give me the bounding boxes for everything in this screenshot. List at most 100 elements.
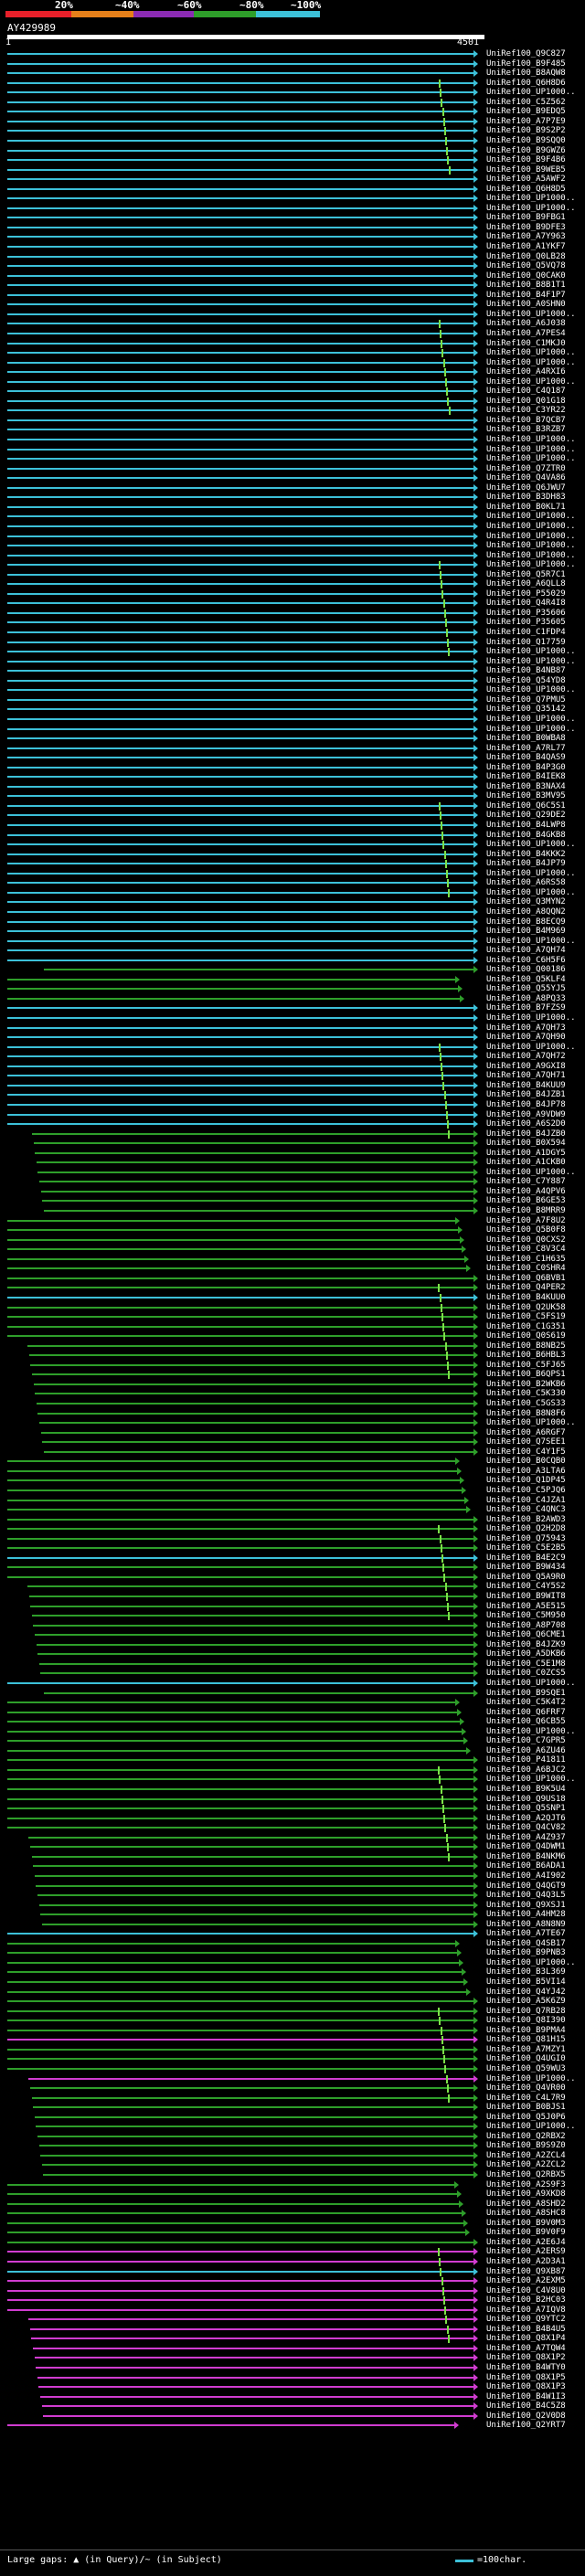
hit-id-link[interactable]: UniRef100_C4Y1F5 bbox=[486, 1447, 566, 1458]
hit-id-link[interactable]: UniRef100_B9EDQ5 bbox=[486, 107, 566, 117]
hit-row[interactable]: UniRef100_Q2H2D8 bbox=[0, 1524, 585, 1534]
hit-id-link[interactable]: UniRef100_A7QH90 bbox=[486, 1033, 566, 1043]
hit-id-link[interactable]: UniRef100_Q7PMU5 bbox=[486, 695, 566, 705]
hit-row[interactable]: UniRef100_P55029 bbox=[0, 589, 585, 599]
hit-row[interactable]: UniRef100_UP1000.. bbox=[0, 1013, 585, 1023]
hit-id-link[interactable]: UniRef100_B9K5U4 bbox=[486, 1785, 566, 1795]
hit-row[interactable]: UniRef100_B6GE53 bbox=[0, 1196, 585, 1206]
hit-row[interactable]: UniRef100_B0CQB0 bbox=[0, 1457, 585, 1467]
hit-id-link[interactable]: UniRef100_C5Z562 bbox=[486, 98, 566, 108]
hit-row[interactable]: UniRef100_B5VI14 bbox=[0, 1977, 585, 1988]
hit-id-link[interactable]: UniRef100_B4QAS9 bbox=[486, 753, 566, 763]
hit-id-link[interactable]: UniRef100_B4KKK2 bbox=[486, 850, 566, 860]
hit-id-link[interactable]: UniRef100_Q0CXS2 bbox=[486, 1235, 566, 1246]
hit-row[interactable]: UniRef100_B4LWP8 bbox=[0, 821, 585, 831]
hit-id-link[interactable]: UniRef100_Q01G18 bbox=[486, 397, 566, 407]
hit-row[interactable]: UniRef100_B9W434 bbox=[0, 1563, 585, 1573]
hit-id-link[interactable]: UniRef100_C5FJ65 bbox=[486, 1361, 566, 1371]
hit-id-link[interactable]: UniRef100_A0SHN0 bbox=[486, 300, 566, 310]
hit-row[interactable]: UniRef100_UP1000.. bbox=[0, 1043, 585, 1053]
hit-row[interactable]: UniRef100_A6J038 bbox=[0, 319, 585, 329]
hit-row[interactable]: UniRef100_B0KL71 bbox=[0, 503, 585, 513]
hit-row[interactable]: UniRef100_Q6C5S1 bbox=[0, 801, 585, 811]
hit-row[interactable]: UniRef100_Q9XB87 bbox=[0, 2267, 585, 2277]
hit-row[interactable]: UniRef100_B7FZS9 bbox=[0, 1003, 585, 1013]
hit-id-link[interactable]: UniRef100_B9F485 bbox=[486, 59, 566, 69]
hit-id-link[interactable]: UniRef100_Q0S619 bbox=[486, 1331, 566, 1341]
hit-id-link[interactable]: UniRef100_B4W1I3 bbox=[486, 2392, 566, 2402]
hit-id-link[interactable]: UniRef100_Q3MYN2 bbox=[486, 897, 566, 907]
hit-row[interactable]: UniRef100_Q0S619 bbox=[0, 1331, 585, 1341]
hit-id-link[interactable]: UniRef100_UP1000.. bbox=[486, 541, 576, 551]
hit-id-link[interactable]: UniRef100_B4IEK8 bbox=[486, 772, 566, 782]
hit-row[interactable]: UniRef100_C3YR22 bbox=[0, 406, 585, 416]
hit-id-link[interactable]: UniRef100_C5GS33 bbox=[486, 1399, 566, 1409]
hit-id-link[interactable]: UniRef100_Q7ZTR0 bbox=[486, 464, 566, 474]
hit-id-link[interactable]: UniRef100_A2E6J4 bbox=[486, 2238, 566, 2248]
hit-row[interactable]: UniRef100_B2WKB6 bbox=[0, 1380, 585, 1390]
hit-id-link[interactable]: UniRef100_C5E1M8 bbox=[486, 1659, 566, 1670]
hit-row[interactable]: UniRef100_C5Z562 bbox=[0, 98, 585, 108]
hit-row[interactable]: UniRef100_Q5J0P6 bbox=[0, 2113, 585, 2123]
hit-row[interactable]: UniRef100_Q54YD8 bbox=[0, 676, 585, 686]
hit-id-link[interactable]: UniRef100_Q1DP45 bbox=[486, 1476, 566, 1486]
hit-row[interactable]: UniRef100_C1MKJ0 bbox=[0, 339, 585, 349]
hit-id-link[interactable]: UniRef100_B9SQQ0 bbox=[486, 136, 566, 146]
hit-id-link[interactable]: UniRef100_B8MRR9 bbox=[486, 1206, 566, 1216]
hit-row[interactable]: UniRef100_UP1000.. bbox=[0, 358, 585, 368]
hit-id-link[interactable]: UniRef100_B4JZB0 bbox=[486, 1129, 566, 1140]
hit-id-link[interactable]: UniRef100_B4KUU9 bbox=[486, 1081, 566, 1091]
hit-row[interactable]: UniRef100_B4QAS9 bbox=[0, 753, 585, 763]
hit-id-link[interactable]: UniRef100_C4L7R9 bbox=[486, 2094, 566, 2104]
hit-id-link[interactable]: UniRef100_B3NAX4 bbox=[486, 782, 566, 792]
hit-row[interactable]: UniRef100_Q4R4I8 bbox=[0, 599, 585, 609]
hit-row[interactable]: UniRef100_A2QJT6 bbox=[0, 1814, 585, 1824]
hit-id-link[interactable]: UniRef100_A5DKB6 bbox=[486, 1649, 566, 1659]
hit-id-link[interactable]: UniRef100_B3L369 bbox=[486, 1967, 566, 1977]
hit-row[interactable]: UniRef100_A4Z937 bbox=[0, 1833, 585, 1843]
hit-id-link[interactable]: UniRef100_B9DFE3 bbox=[486, 223, 566, 233]
hit-row[interactable]: UniRef100_C5FS19 bbox=[0, 1312, 585, 1322]
hit-row[interactable]: UniRef100_B9WIT8 bbox=[0, 1592, 585, 1602]
hit-id-link[interactable]: UniRef100_UP1000.. bbox=[486, 560, 576, 570]
hit-row[interactable]: UniRef100_B9PNB3 bbox=[0, 1948, 585, 1958]
hit-id-link[interactable]: UniRef100_A7TQW4 bbox=[486, 2344, 566, 2354]
hit-row[interactable]: UniRef100_UP1000.. bbox=[0, 377, 585, 387]
hit-row[interactable]: UniRef100_B9F4B6 bbox=[0, 155, 585, 165]
hit-row[interactable]: UniRef100_Q00186 bbox=[0, 965, 585, 975]
hit-row[interactable]: UniRef100_Q2UK58 bbox=[0, 1303, 585, 1313]
hit-row[interactable]: UniRef100_Q4CV82 bbox=[0, 1823, 585, 1833]
hit-row[interactable]: UniRef100_Q5A9R0 bbox=[0, 1573, 585, 1583]
hit-row[interactable]: UniRef100_B4E2C9 bbox=[0, 1553, 585, 1564]
hit-id-link[interactable]: UniRef100_UP1000.. bbox=[486, 1775, 576, 1785]
hit-id-link[interactable]: UniRef100_Q17759 bbox=[486, 638, 566, 648]
hit-row[interactable]: UniRef100_Q6BVB1 bbox=[0, 1274, 585, 1284]
hit-id-link[interactable]: UniRef100_UP1000.. bbox=[486, 1013, 576, 1023]
hit-row[interactable]: UniRef100_Q7RB28 bbox=[0, 2007, 585, 2017]
hit-id-link[interactable]: UniRef100_UP1000.. bbox=[486, 888, 576, 898]
hit-row[interactable]: UniRef100_P41811 bbox=[0, 1755, 585, 1765]
hit-row[interactable]: UniRef100_A1DGY5 bbox=[0, 1149, 585, 1159]
hit-id-link[interactable]: UniRef100_C0SHR4 bbox=[486, 1264, 566, 1274]
hit-id-link[interactable]: UniRef100_A2EXM5 bbox=[486, 2276, 566, 2286]
hit-id-link[interactable]: UniRef100_P35605 bbox=[486, 618, 566, 628]
hit-id-link[interactable]: UniRef100_B4F1P7 bbox=[486, 291, 566, 301]
hit-row[interactable]: UniRef100_Q0LB28 bbox=[0, 252, 585, 262]
hit-row[interactable]: UniRef100_Q35142 bbox=[0, 705, 585, 715]
hit-id-link[interactable]: UniRef100_UP1000.. bbox=[486, 1043, 576, 1053]
hit-id-link[interactable]: UniRef100_Q6C5S1 bbox=[486, 801, 566, 811]
hit-row[interactable]: UniRef100_C4L7R9 bbox=[0, 2094, 585, 2104]
hit-row[interactable]: UniRef100_Q59WU3 bbox=[0, 2064, 585, 2074]
hit-row[interactable]: UniRef100_B9GWZ6 bbox=[0, 146, 585, 156]
hit-row[interactable]: UniRef100_A7Y963 bbox=[0, 232, 585, 242]
hit-row[interactable]: UniRef100_A7F8U2 bbox=[0, 1216, 585, 1226]
hit-id-link[interactable]: UniRef100_C5PJQ6 bbox=[486, 1486, 566, 1496]
hit-id-link[interactable]: UniRef100_Q75943 bbox=[486, 1534, 566, 1544]
hit-id-link[interactable]: UniRef100_A6S2D0 bbox=[486, 1119, 566, 1129]
hit-row[interactable]: UniRef100_Q75943 bbox=[0, 1534, 585, 1544]
hit-row[interactable]: UniRef100_C4Y5S2 bbox=[0, 1582, 585, 1592]
hit-id-link[interactable]: UniRef100_A2S9F3 bbox=[486, 2180, 566, 2190]
hit-row[interactable]: UniRef100_A5E515 bbox=[0, 1602, 585, 1612]
hit-id-link[interactable]: UniRef100_UP1000.. bbox=[486, 88, 576, 98]
hit-id-link[interactable]: UniRef100_UP1000.. bbox=[486, 532, 576, 542]
